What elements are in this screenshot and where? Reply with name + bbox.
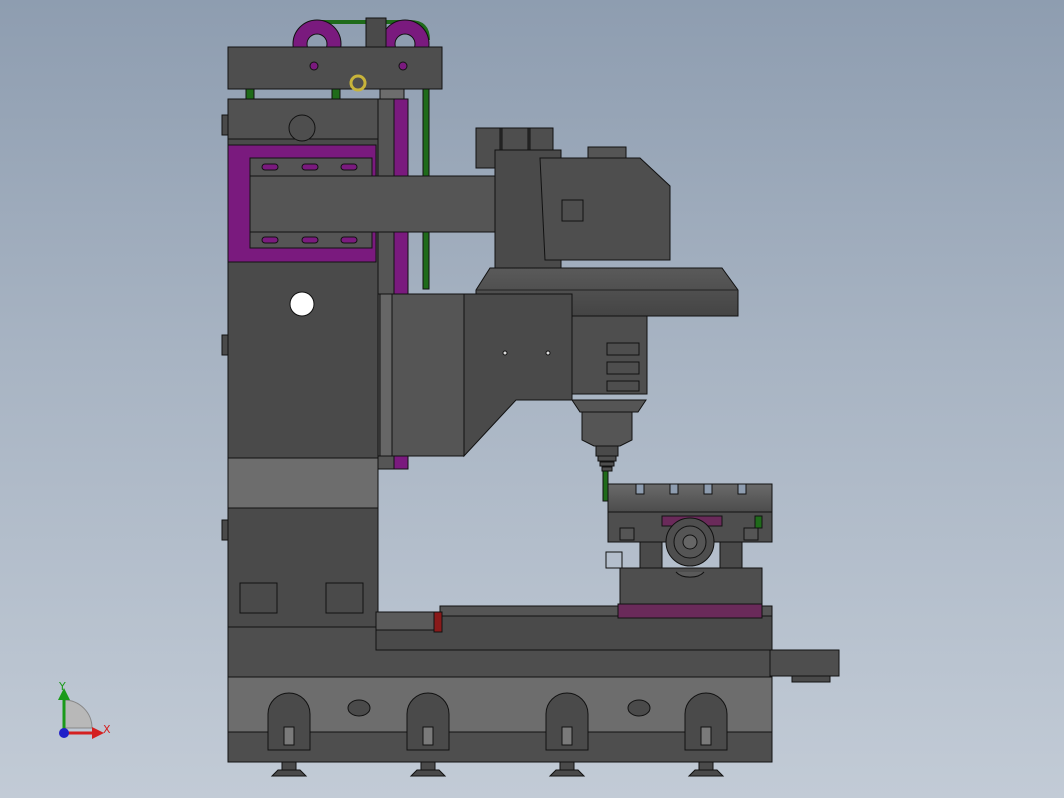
tool-holder — [597, 455, 617, 472]
worktable-saddle — [617, 603, 763, 619]
column-top-cap — [227, 46, 443, 90]
machining-center-model — [221, 17, 840, 777]
t-slot-table — [607, 483, 773, 513]
x-axis-label: X — [103, 723, 111, 736]
spindle-motor-housing — [539, 157, 671, 261]
z-axis-dot — [59, 728, 69, 738]
y-axis-label: Y — [58, 680, 66, 693]
leveling-feet — [270, 761, 725, 777]
coordinate-triad: Y X — [58, 680, 111, 739]
cad-viewport[interactable]: Y X — [0, 0, 1064, 798]
cutting-tool — [602, 470, 609, 502]
